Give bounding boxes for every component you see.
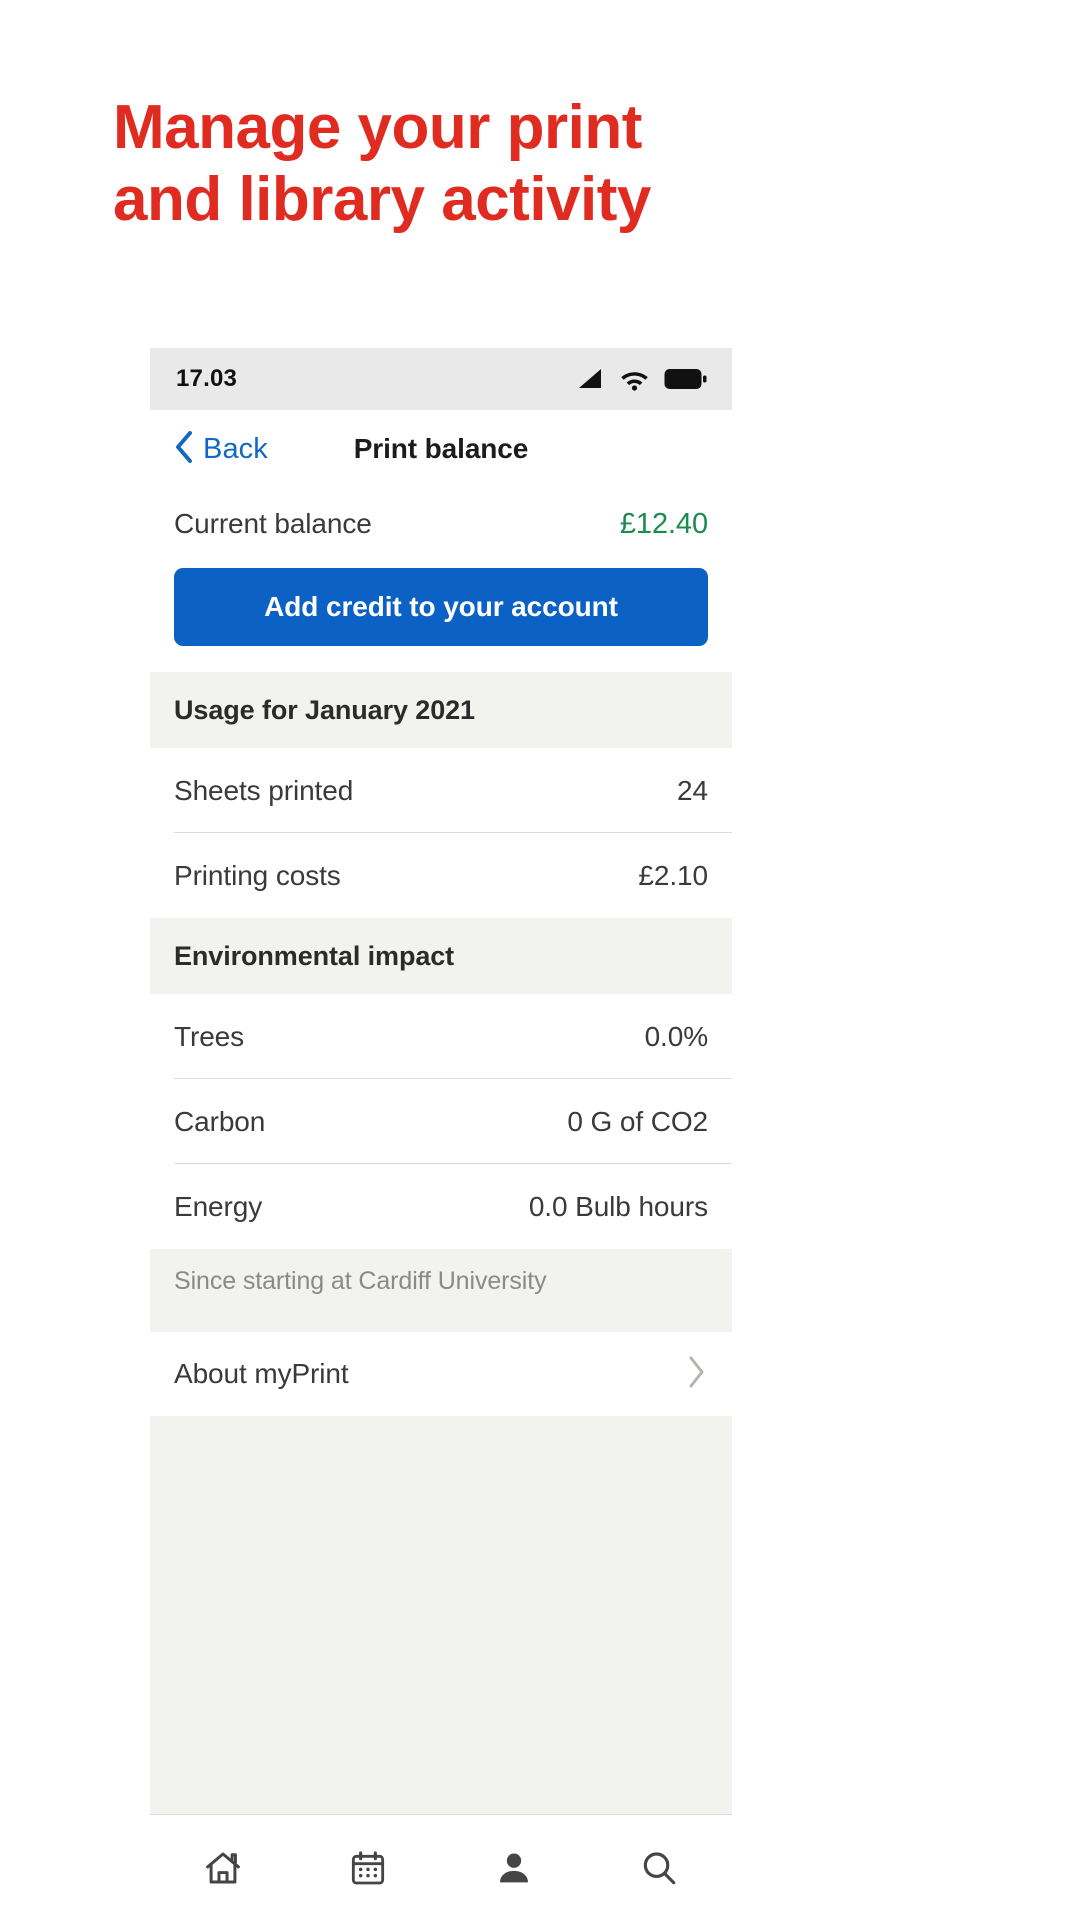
sheets-printed-label: Sheets printed: [174, 774, 354, 806]
sheets-printed-value: 24: [677, 774, 708, 806]
carbon-value: 0 G of CO2: [567, 1105, 708, 1137]
chevron-right-icon: [686, 1355, 706, 1394]
tab-calendar[interactable]: [296, 1815, 442, 1920]
about-myprint-row[interactable]: About myPrint: [150, 1332, 732, 1416]
add-credit-container: Add credit to your account: [150, 560, 732, 672]
status-icons: [577, 368, 707, 391]
status-time: 17.03: [176, 365, 238, 392]
person-icon: [494, 1848, 534, 1888]
home-icon: [202, 1847, 244, 1889]
printing-costs-label: Printing costs: [174, 859, 341, 891]
phone-mockup: 17.03 Back Print balance Current balance…: [150, 348, 732, 1920]
footnote-text: Since starting at Cardiff University: [174, 1267, 547, 1295]
environmental-section-title: Environmental impact: [174, 940, 455, 971]
energy-value: 0.0 Bulb hours: [528, 1190, 708, 1222]
table-row: Printing costs £2.10: [150, 833, 732, 918]
current-balance-amount: £12.40: [619, 507, 708, 540]
usage-section-header: Usage for January 2021: [150, 672, 732, 748]
page-title: Manage your print and library activity: [113, 92, 833, 236]
environmental-section-header: Environmental impact: [150, 918, 732, 994]
headline-line-2: and library activity: [113, 164, 651, 234]
energy-label: Energy: [174, 1190, 263, 1222]
calendar-icon: [348, 1848, 388, 1888]
nav-bar: Back Print balance: [150, 410, 732, 488]
wifi-icon: [619, 368, 650, 391]
headline-line-1: Manage your print: [113, 93, 642, 162]
printing-costs-value: £2.10: [638, 859, 708, 891]
bottom-tab-bar: [150, 1814, 732, 1920]
add-credit-button[interactable]: Add credit to your account: [174, 568, 708, 646]
environmental-footnote: Since starting at Cardiff University: [150, 1249, 732, 1332]
tab-home[interactable]: [150, 1815, 296, 1920]
current-balance-label: Current balance: [174, 508, 372, 539]
table-row: Carbon 0 G of CO2: [150, 1079, 732, 1164]
table-row: Energy 0.0 Bulb hours: [150, 1164, 732, 1249]
table-row: Sheets printed 24: [150, 748, 732, 833]
search-icon: [638, 1847, 680, 1889]
usage-section-title: Usage for January 2021: [174, 694, 475, 725]
content-filler: [150, 1416, 732, 1814]
trees-label: Trees: [174, 1020, 245, 1052]
trees-value: 0.0%: [644, 1020, 709, 1052]
carbon-label: Carbon: [174, 1105, 266, 1137]
status-bar: 17.03: [150, 348, 732, 410]
chevron-left-icon: [174, 430, 194, 468]
tab-search[interactable]: [587, 1815, 733, 1920]
signal-icon: [577, 368, 605, 390]
back-button[interactable]: Back: [174, 430, 268, 468]
battery-icon: [664, 368, 707, 390]
back-button-label: Back: [203, 432, 268, 465]
table-row: Trees 0.0%: [150, 994, 732, 1079]
current-balance-row: Current balance £12.40: [150, 488, 732, 560]
promo-screenshot: Manage your print and library activity 1…: [0, 0, 1080, 1920]
tab-profile[interactable]: [441, 1815, 587, 1920]
about-myprint-label: About myPrint: [174, 1358, 349, 1389]
